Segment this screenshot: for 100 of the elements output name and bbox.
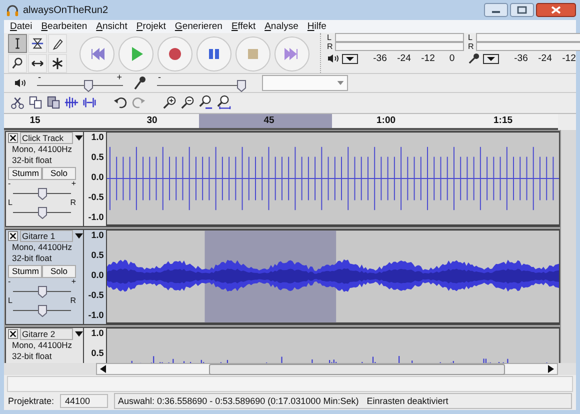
meter-scale-label: -12 [561,53,577,64]
maximize-button[interactable] [510,3,534,17]
close-icon[interactable] [8,329,18,340]
track-info: Mono, 44100Hz [11,242,72,254]
zoom-selection-icon[interactable] [198,95,213,110]
mute-button[interactable]: Stumm [8,167,42,180]
magnifier-icon [11,56,24,70]
menu-item[interactable]: Bearbeiten [41,20,88,32]
minus-label: - [38,74,41,80]
timeline-ruler[interactable]: 15 30 45 1:00 1:15 [4,114,558,130]
window-title: alwaysOnTheRun2 [23,4,110,16]
solo-button[interactable]: Solo [42,167,76,180]
menu-item[interactable]: Analyse [264,20,298,32]
dropdown-arrow-icon[interactable] [75,331,83,338]
plus-label: + [116,74,122,80]
menu-item[interactable]: Projekt [136,20,166,32]
speaker-icon [327,53,339,64]
pause-button[interactable] [196,36,232,72]
paste-icon[interactable] [46,95,61,110]
channel-label: R [468,42,475,51]
solo-button[interactable]: Solo [42,265,76,278]
menu-item[interactable]: Generieren [174,20,222,32]
meter-scale-label: -36 [513,53,529,64]
close-icon[interactable] [8,133,18,144]
menu-item[interactable]: Datei [10,20,32,32]
left-label: L [8,297,12,306]
vertical-scrollbar[interactable] [560,130,576,364]
dropdown-arrow-icon[interactable] [75,135,83,142]
track-name[interactable]: Gitarre 2 [20,328,73,340]
amplitude-label: 0.0 [91,172,104,182]
slider-thumb[interactable] [236,80,246,92]
speaker-icon [14,78,26,88]
amplitude-label: 1.0 [91,328,104,338]
track-panel[interactable]: Click Track Mono, 44100Hz 32-bit float Stumm Solo - + L R [6,132,84,226]
slider-thumb[interactable] [38,305,46,318]
amplitude-label: -1.0 [88,310,104,320]
ruler-label: 1:15 [494,114,512,126]
amplitude-label: 0.5 [91,250,104,260]
waveform[interactable] [106,132,559,226]
minus-label: - [8,180,11,188]
scissors-icon[interactable] [10,95,25,110]
undo-icon[interactable] [113,95,128,110]
meter-scale-label: -12 [420,53,436,64]
amplitude-label: 0.5 [91,348,104,358]
right-label: R [70,199,76,208]
meter-scale-label: -36 [372,53,388,64]
slider-thumb[interactable] [38,207,46,220]
right-label: R [70,297,76,306]
close-icon[interactable] [8,231,18,242]
slider-thumb[interactable] [38,188,46,200]
dropdown-button[interactable] [342,54,358,64]
ruler-label: 30 [146,114,158,126]
slider-thumb[interactable] [84,80,94,92]
horizontal-scrollbar[interactable] [96,363,558,376]
zoom-out-icon[interactable] [180,95,195,110]
amplitude-label: -1.0 [88,212,104,222]
meter-scale-label: 0 [448,53,456,64]
track-panel[interactable]: Gitarre 1 Mono, 44100Hz 32-bit float Stumm Solo - + L R [6,230,84,324]
copy-icon[interactable] [28,95,43,110]
track-name[interactable]: Gitarre 1 [20,230,73,242]
ruler-label: 1:00 [376,114,396,126]
menu-item[interactable]: Effekt [231,20,256,32]
waveform[interactable] [106,230,559,324]
amplitude-label: -0.5 [88,290,104,300]
trim-icon[interactable] [64,95,79,110]
selection-info: Auswahl: 0:36.558690 - 0:53.589690 (0:17.031000 Min:Sek) [118,396,359,406]
project-rate-field[interactable]: 44100 [60,394,108,408]
minus-label: - [8,278,11,286]
ruler-label: 45 [264,114,274,126]
headphones-icon [6,4,19,16]
slider-thumb[interactable] [38,286,46,298]
skip-to-end-button[interactable] [274,36,310,72]
microphone-icon [134,76,146,90]
scroll-right-icon[interactable] [548,365,554,374]
track-name[interactable]: Click Track [20,132,73,144]
snap-status: Einrasten deaktiviert [366,396,448,406]
zoom-fit-icon[interactable] [216,95,231,110]
skip-to-start-button[interactable] [79,36,115,72]
menu-item[interactable]: Ansicht [96,20,128,32]
mute-button[interactable]: Stumm [8,265,42,278]
track-info: 32-bit float [11,351,52,362]
tool-button[interactable] [8,34,27,53]
zoom-in-icon[interactable] [162,95,177,110]
channel-label: R [327,42,334,51]
record-button[interactable] [157,36,193,72]
left-label: L [8,199,12,208]
scroll-left-icon[interactable] [100,365,106,374]
track-panel[interactable]: Gitarre 2 Mono, 44100Hz 32-bit float [6,328,84,364]
menu-item[interactable]: Hilfe [307,20,326,32]
amplitude-label: -0.5 [88,192,104,202]
track-info: Mono, 44100Hz [11,144,72,156]
envelope-tool-icon [31,36,44,50]
dropdown-arrow-icon[interactable] [75,233,83,240]
close-button[interactable] [536,3,576,17]
track-info: Mono, 44100Hz [11,340,72,352]
microphone-icon [468,53,480,64]
minus-label: - [158,74,161,80]
amplitude-label: 1.0 [91,230,104,240]
dropdown-button[interactable] [483,54,499,64]
minimize-button[interactable] [484,3,508,17]
